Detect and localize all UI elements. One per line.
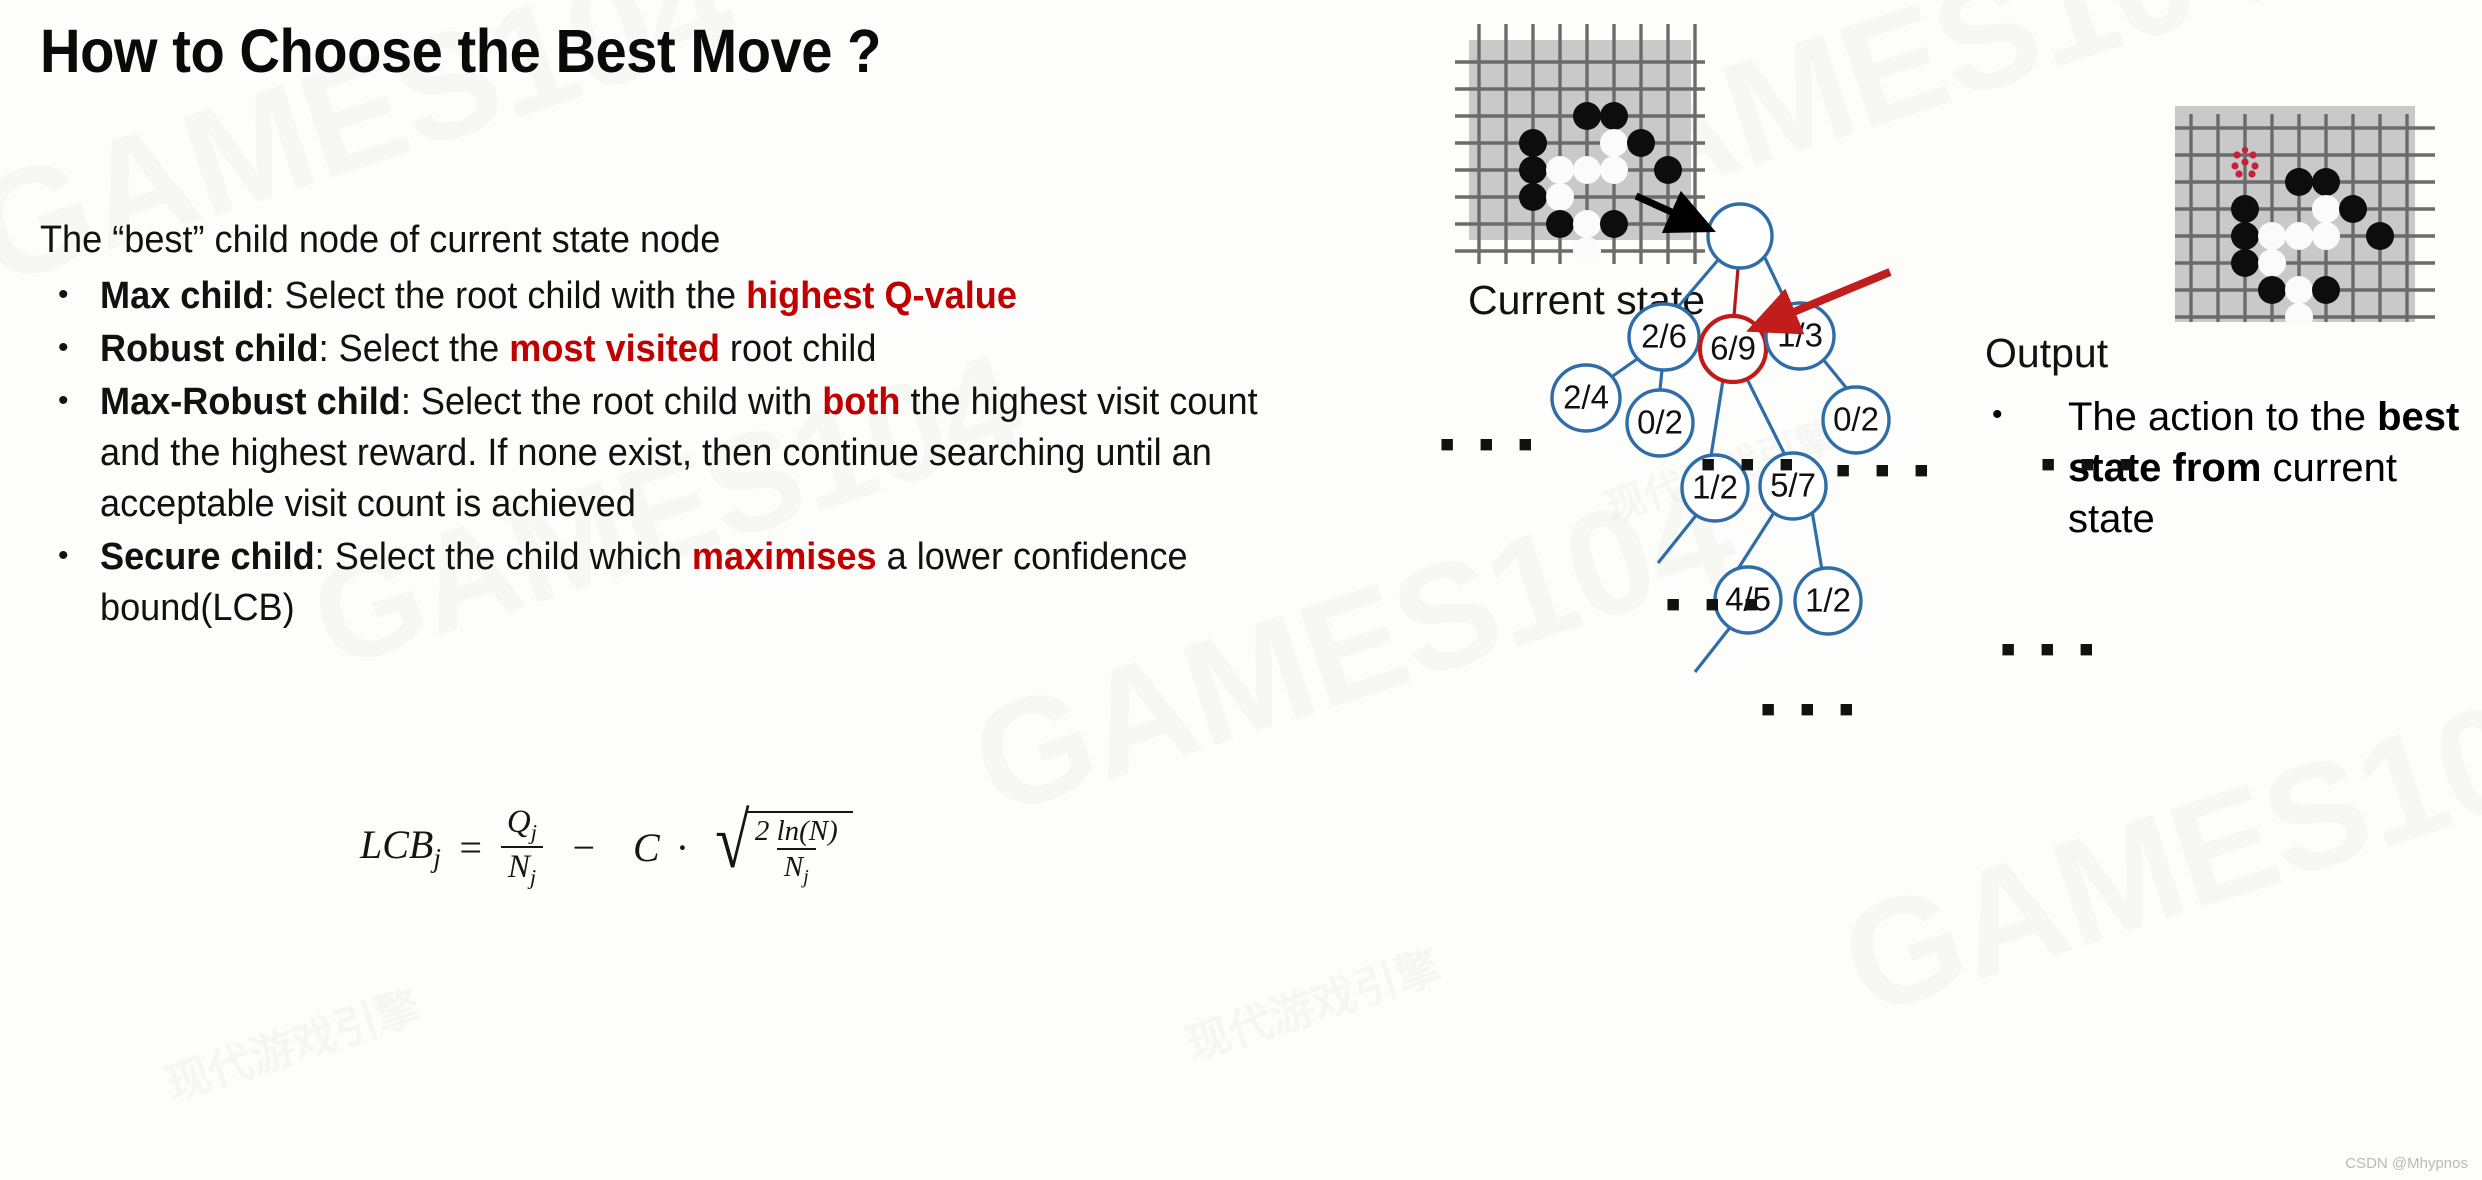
bullet-max-child-mid: : Select the root child with the — [264, 275, 747, 317]
bullet-robust-child: • Robust child: Select the most visited … — [40, 324, 1380, 375]
radical-sign-icon: √ — [715, 796, 750, 884]
formula-fraction-log-over-n: 2 ln(N) Nj — [748, 814, 845, 888]
tree-node-label-2-6: 2/6 — [1641, 318, 1687, 355]
bullet-robust-child-mid: : Select the — [318, 328, 510, 370]
ellipsis-under-1-2-lower: ▪ ▪ ▪ — [2000, 622, 2100, 674]
bullet-dot-icon: • — [1992, 398, 2003, 431]
formula-equals: = — [456, 824, 484, 870]
formula-minus: − — [570, 824, 597, 870]
bullet-robust-child-tail: root child — [719, 328, 877, 370]
mcts-tree-diagram: 2/6 6/9 1/3 2/4 0/2 0/2 1/2 5/7 4/5 1/2 — [1550, 190, 1892, 673]
formula-frac-denominator: Nj — [500, 846, 544, 889]
bullet-max-child-red: highest Q-value — [746, 275, 1017, 317]
slide-canvas: GAMES104 GAMES104 GAMES104 GAMES104 GAME… — [0, 0, 2482, 1180]
ellipsis-left-1: ▪ ▪ ▪ — [1439, 417, 1539, 469]
tree-node-label-0-2-left: 0/2 — [1637, 404, 1683, 441]
bullet-secure-child-strong: Secure child — [100, 536, 315, 578]
tree-node-label-6-9: 6/9 — [1710, 330, 1756, 367]
watermark-sub-bottomleft: 现代游戏引擎 — [160, 982, 427, 1111]
highlight-edge-root-to-best — [1732, 267, 1740, 317]
formula-constant-c: C — [633, 824, 660, 870]
bullet-secure-child-text: Secure child: Select the child which max… — [100, 532, 1316, 634]
output-label: Output — [1985, 330, 2109, 376]
formula-fraction-q-over-n: Qj Nj — [500, 805, 544, 890]
tree-node-label-2-4: 2/4 — [1563, 379, 1609, 416]
bullet-secure-child-red: maximises — [691, 536, 877, 578]
radical-contents: 2 ln(N) Nj — [745, 810, 853, 888]
bullet-dot-icon: • — [58, 384, 69, 417]
ellipsis-under-0-2-left: ▪ ▪ ▪ — [1700, 437, 1800, 489]
bullet-robust-child-strong: Robust child — [100, 328, 319, 370]
formula-lhs-sub: j — [433, 842, 441, 873]
current-state-arrow-icon — [1634, 190, 1716, 233]
ellipsis-under-0-2-right-hidden: ▪ ▪ ▪ — [1835, 443, 1935, 495]
ellipsis-right-1: ▪ ▪ ▪ — [2040, 437, 2140, 489]
output-bullet-pre: The action to the — [2068, 395, 2378, 439]
tree-node-label-1-3: 1/3 — [1777, 317, 1823, 354]
radical-frac-numerator: 2 ln(N) — [754, 814, 838, 847]
bullet-robust-child-text: Robust child: Select the most visited ro… — [100, 324, 1316, 375]
tree-node-root[interactable] — [1706, 202, 1774, 270]
ellipsis-bottom: ▪ ▪ ▪ — [1760, 682, 1860, 734]
bullet-robust-child-red: most visited — [509, 328, 720, 370]
tree-node-label-0-2-right: 0/2 — [1833, 401, 1879, 438]
bullet-max-child: • Max child: Select the root child with … — [40, 271, 1380, 322]
tree-node-label-1-2-lower: 1/2 — [1805, 582, 1851, 619]
bullet-dot-icon: • — [58, 331, 69, 364]
bullet-dot-icon: • — [58, 278, 69, 311]
body-text-block: The “best” child node of current state n… — [40, 215, 1380, 636]
ellipsis-left-2: ▪ ▪ ▪ — [1665, 577, 1765, 629]
credit-watermark: CSDN @Mhypnos — [2345, 1155, 2468, 1172]
formula-frac-numerator: Qj — [506, 804, 537, 845]
bullet-secure-child: • Secure child: Select the child which m… — [40, 532, 1380, 634]
bullet-list: • Max child: Select the root child with … — [40, 271, 1380, 634]
watermark-sub-bottommid: 现代游戏引擎 — [1180, 942, 1447, 1071]
bullet-dot-icon: • — [58, 539, 69, 572]
lead-paragraph: The “best” child node of current state n… — [40, 219, 721, 261]
page-title: How to Choose the Best Move ? — [40, 17, 881, 85]
bullet-max-robust-child-text: Max-Robust child: Select the root child … — [100, 377, 1316, 530]
go-board-output-state — [2175, 106, 2435, 322]
formula-square-root: √ 2 ln(N) Nj — [711, 796, 853, 888]
formula-lhs: LCBj — [360, 821, 441, 873]
bullet-max-robust-child-strong: Max-Robust child — [100, 381, 401, 423]
bullet-max-child-text: Max child: Select the root child with th… — [100, 271, 1316, 322]
bullet-secure-child-mid: : Select the child which — [314, 536, 692, 578]
bullet-max-robust-child-red: both — [822, 381, 901, 423]
radical-frac-denominator: Nj — [776, 848, 816, 888]
lcb-formula: LCBj = Qj Nj − C · √ 2 ln(N) Nj — [360, 796, 853, 890]
bullet-max-robust-child-mid: : Select the root child with — [400, 381, 823, 423]
formula-multiply-dot: · — [675, 824, 690, 870]
bullet-max-child-strong: Max child — [100, 275, 265, 317]
bullet-max-robust-child: • Max-Robust child: Select the root chil… — [40, 377, 1380, 530]
